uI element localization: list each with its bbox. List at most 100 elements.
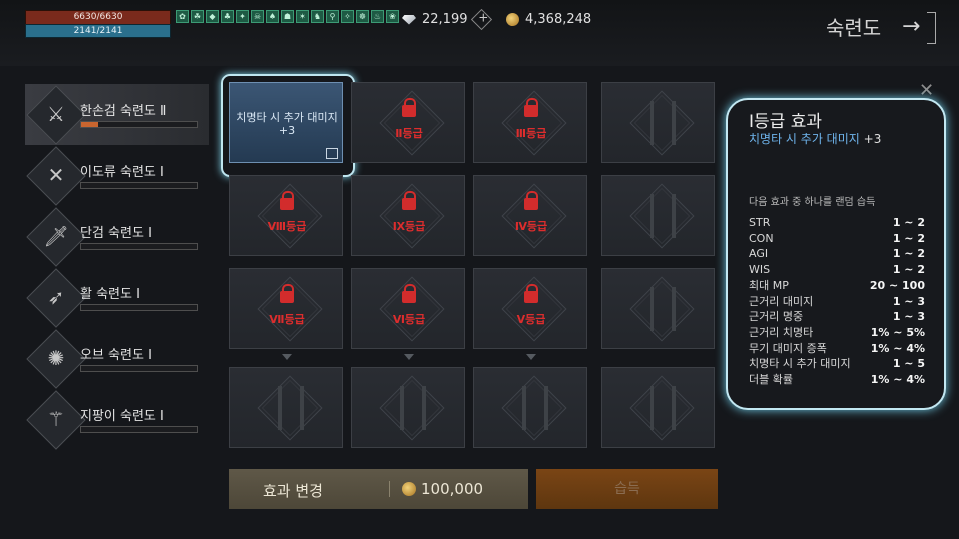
grade-label: Ⅸ등급 [392,220,426,233]
buff-icon: ♠ [266,10,279,23]
stat-range: 1 ~ 3 [892,294,925,308]
stat-row: 최대 MP 20 ~ 100 [749,278,925,294]
buff-icon: ❀ [386,10,399,23]
subtitle-value: +3 [863,132,882,146]
stat-name: WIS [749,263,771,277]
skill-progress-bar [80,304,198,311]
grid-slot-5[interactable]: Ⅷ등급 [229,175,343,256]
effect-panel-description: 다음 효과 중 하나를 랜덤 습득 [749,197,876,208]
stat-name: 무기 대미지 증폭 [749,341,827,355]
stat-row: WIS 1 ~ 2 [749,262,925,278]
stat-range: 1 ~ 2 [892,231,925,245]
weapon-icon: ✕ [47,163,65,187]
skill-item[interactable]: ⚔ 한손검 숙련도 Ⅱ [25,84,209,145]
stat-list: STR 1 ~ 2 CON 1 ~ 2 AGI 1 ~ 2 WIS 1 ~ 2 최대 MP 20 … [749,215,925,388]
stat-row: 치명타 시 추가 대미지 1 ~ 5 [749,356,925,372]
stat-name: STR [749,216,771,229]
grid-slot-3[interactable]: Ⅲ등급 [473,82,587,163]
grid-slot-6[interactable]: Ⅸ등급 [351,175,465,256]
weapon-icon: 🗡 [43,224,69,248]
lock-icon [402,284,416,303]
grid-slot-4[interactable] [601,82,715,163]
skill-item[interactable]: ⚚ 지팡이 숙련도 Ⅰ [25,389,209,450]
skill-name: 지팡이 숙련도 Ⅰ [80,409,164,424]
buff-icon: ☠ [251,10,264,23]
effect-panel-title: Ⅰ등급 효과 [749,112,822,132]
grid-slot-2[interactable]: Ⅱ등급 [351,82,465,163]
skill-progress-bar [80,365,198,372]
hp-bar: 6630/6630 [25,10,171,25]
empty-slot-mark [650,194,676,238]
lock-icon [280,191,294,210]
skill-item[interactable]: 🗡 단검 숙련도 Ⅰ [25,206,209,267]
grid-slot-16[interactable] [601,367,715,448]
grid-slot-11[interactable]: Ⅴ등급 [473,268,587,349]
lock-icon [402,98,416,117]
skill-item[interactable]: ✕ 이도류 숙련도 Ⅰ [25,145,209,206]
skill-progress-bar [80,426,198,433]
weapon-icon: ✺ [47,346,65,370]
grid-slot-13[interactable] [229,367,343,448]
weapon-icon: ⚚ [47,407,65,431]
diamond-amount: 22,199 [422,12,468,27]
stat-range: 20 ~ 100 [869,278,925,292]
gold-coin-icon [402,482,416,496]
lock-icon [524,284,538,303]
stat-row: CON 1 ~ 2 [749,231,925,247]
acquire-button[interactable]: 습득 [536,469,718,509]
grid-slot-9[interactable]: Ⅶ등급 [229,268,343,349]
grid-slot-7[interactable]: Ⅳ등급 [473,175,587,256]
stat-range: 1% ~ 4% [870,373,925,387]
stat-name: 치명타 시 추가 대미지 [749,357,851,371]
grid-slot-15[interactable] [473,367,587,448]
gold-coin-icon [506,13,519,26]
stat-range: 1 ~ 2 [892,247,925,261]
grade-label: Ⅴ등급 [516,313,546,326]
grade-label: Ⅱ등급 [395,127,423,140]
grid-slot-12[interactable] [601,268,715,349]
exit-icon: → [902,14,921,39]
exit-button[interactable]: → [902,10,936,44]
stat-row: 더블 확률 1% ~ 4% [749,372,925,388]
stat-row: 근거리 치명타 1% ~ 5% [749,325,925,341]
change-effect-label: 효과 변경 [263,482,323,500]
stat-row: AGI 1 ~ 2 [749,246,925,262]
grid-slot-10[interactable]: Ⅵ등급 [351,268,465,349]
stat-range: 1 ~ 5 [892,357,925,371]
stat-range: 1% ~ 5% [870,325,925,339]
stat-range: 1 ~ 3 [892,310,925,324]
diamond-currency: 22,199 [402,8,492,31]
skill-item[interactable]: ➶ 활 숙련도 Ⅰ [25,267,209,328]
grid-slot-14[interactable] [351,367,465,448]
add-diamond-button[interactable] [470,8,492,31]
mp-bar: 2141/2141 [25,24,171,38]
buff-icon: ⚲ [326,10,339,23]
lock-icon [402,191,416,210]
skill-item[interactable]: ✺ 오브 숙련도 Ⅰ [25,328,209,389]
mastery-grid: 치명타 시 추가 대미지 +3 Ⅱ등급 Ⅲ등급 Ⅷ등급 Ⅸ등급 Ⅳ등급 Ⅶ등급 … [229,82,719,456]
grid-slot-8[interactable] [601,175,715,256]
lock-icon [280,284,294,303]
grade-label: Ⅳ등급 [514,220,548,233]
weapon-icon: ➶ [47,285,65,309]
effect-panel-subtitle: 치명타 시 추가 대미지 +3 [749,130,881,147]
stat-name: 근거리 대미지 [749,294,814,308]
change-effect-button[interactable]: 효과 변경 100,000 [229,469,528,509]
stat-range: 1% ~ 4% [870,341,925,355]
skill-name: 단검 숙련도 Ⅰ [80,226,152,241]
lock-icon [326,148,338,159]
stat-name: 더블 확률 [749,373,793,387]
skill-name: 한손검 숙련도 Ⅱ [80,104,167,119]
skill-name: 활 숙련도 Ⅰ [80,287,140,302]
skill-progress-fill [81,122,99,127]
buff-icon: ☘ [191,10,204,23]
arrow-down-icon [282,354,292,360]
stat-row: 근거리 대미지 1 ~ 3 [749,294,925,310]
buff-icon: ☗ [281,10,294,23]
grid-slot-1[interactable]: 치명타 시 추가 대미지 +3 [229,82,343,163]
buff-icon: ♨ [371,10,384,23]
diamond-icon [402,14,416,25]
buff-icon: ✿ [176,10,189,23]
page-title: 숙련도 [826,16,882,40]
empty-slot-mark [650,386,676,430]
